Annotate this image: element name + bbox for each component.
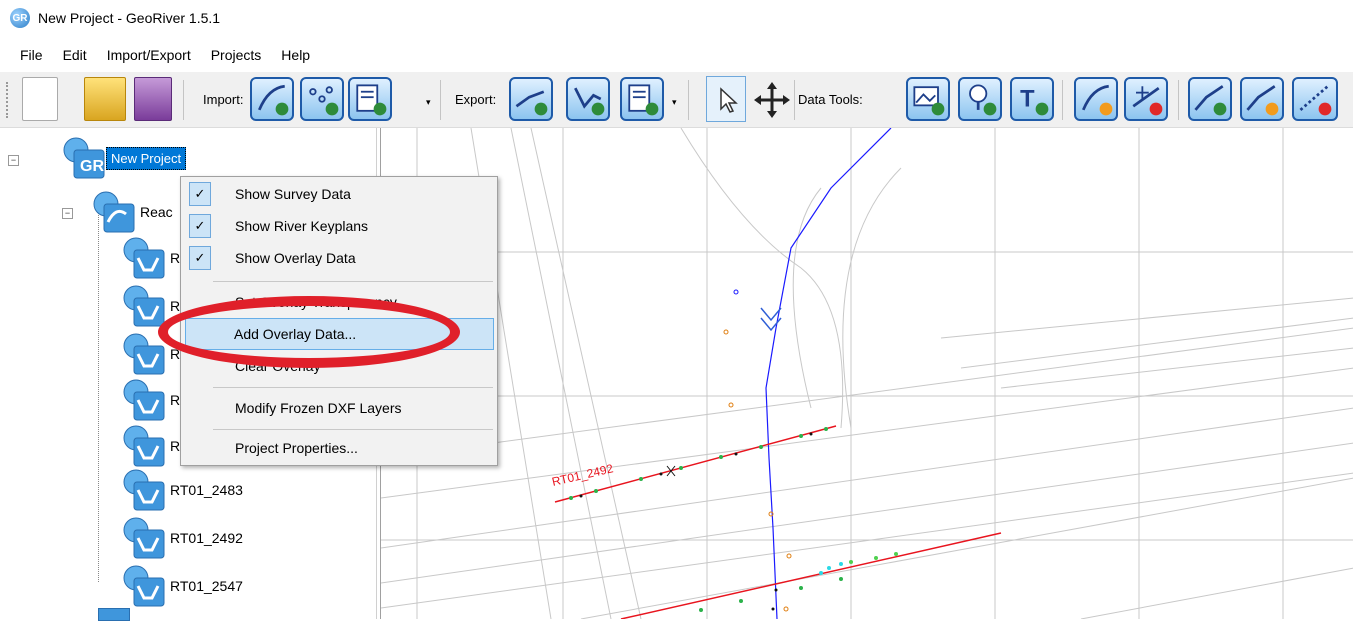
menu-item-show-survey-data[interactable]: ✓ Show Survey Data (183, 179, 493, 209)
tree-section-node[interactable]: RT01_2483 (122, 468, 243, 512)
edit-line-icon[interactable] (1240, 77, 1284, 121)
river-centerline (765, 128, 892, 619)
menu-item-project-properties[interactable]: Project Properties... (183, 433, 493, 463)
menu-import-export[interactable]: Import/Export (97, 47, 201, 63)
pointer-tool-button[interactable] (706, 76, 746, 122)
toolbar-separator (1178, 80, 1179, 120)
menu-item-modify-frozen-dxf-layers[interactable]: Modify Frozen DXF Layers (183, 393, 493, 423)
export-keyplan-icon[interactable] (566, 77, 610, 121)
tree-section-node[interactable]: R (122, 378, 180, 422)
export-document-icon[interactable] (620, 77, 664, 121)
open-folder-icon[interactable] (84, 77, 126, 121)
tree-project-node[interactable]: GR New Project (62, 136, 187, 180)
toolbar-separator (794, 80, 795, 120)
toolbar: Import: ▾ Export: ▾ Data Tools: T (0, 72, 1353, 128)
save-icon[interactable] (134, 77, 172, 121)
tree-guide-line (98, 212, 100, 582)
tree-section-node[interactable]: R (122, 236, 180, 280)
project-icon-text: GR (80, 158, 104, 175)
add-image-icon[interactable] (906, 77, 950, 121)
menu-item-show-river-keyplans[interactable]: ✓ Show River Keyplans (183, 211, 493, 241)
window-title: New Project - GeoRiver 1.5.1 (38, 10, 221, 26)
delete-line-icon[interactable] (1292, 77, 1338, 121)
cross-section-icon (122, 332, 166, 376)
tree-section-node[interactable]: R (122, 424, 180, 468)
menu-projects[interactable]: Projects (201, 47, 272, 63)
toolbar-separator (440, 80, 441, 120)
check-icon: ✓ (189, 246, 211, 270)
tree-reach-node[interactable]: Reac (92, 190, 173, 234)
tree-section-node[interactable]: RT01_2547 (122, 564, 243, 608)
section-label: RT01_2483 (170, 482, 243, 498)
pan-tool-icon[interactable] (752, 80, 792, 120)
section-map-label: RT01_2492 (551, 461, 615, 489)
map-canvas[interactable]: RT01_2492 (381, 128, 1353, 619)
cross-section-icon (122, 378, 166, 422)
toolbar-separator (183, 80, 184, 120)
collapse-project-icon[interactable]: − (8, 155, 19, 166)
section-label: R (170, 250, 181, 266)
menu-item-label: Modify Frozen DXF Layers (235, 400, 402, 416)
menu-bar: File Edit Import/Export Projects Help (0, 40, 1353, 70)
menu-item-label: Project Properties... (235, 440, 358, 456)
tree-section-node[interactable]: RT01_2492 (122, 516, 243, 560)
svg-text:T: T (1020, 86, 1035, 112)
section-label: RT01_2492 (170, 530, 243, 546)
edit-section-icon[interactable] (1074, 77, 1118, 121)
delete-point-icon[interactable] (1124, 77, 1168, 121)
reach-label: Reac (140, 204, 173, 220)
cross-section-icon (122, 424, 166, 468)
check-icon: ✓ (189, 182, 211, 206)
tree-partial-icon (98, 608, 130, 621)
menu-item-label: Show River Keyplans (235, 218, 369, 234)
menu-separator (213, 429, 493, 430)
project-label[interactable]: New Project (106, 146, 187, 170)
annotation-ring (158, 296, 460, 368)
section-label: R (170, 438, 181, 454)
import-dropdown-icon[interactable]: ▾ (426, 97, 431, 108)
export-label: Export: (455, 92, 497, 107)
menu-file[interactable]: File (0, 47, 53, 63)
section-label: R (170, 392, 181, 408)
export-dropdown-icon[interactable]: ▾ (672, 97, 677, 108)
export-section-icon[interactable] (509, 77, 553, 121)
import-document-icon[interactable] (348, 77, 392, 121)
cross-section-line (620, 532, 1002, 619)
cross-section-icon (122, 468, 166, 512)
reach-icon (92, 190, 136, 234)
menu-item-label: Show Survey Data (235, 186, 351, 202)
menu-item-label: Show Overlay Data (235, 250, 356, 266)
collapse-reach-icon[interactable]: − (62, 208, 73, 219)
cross-section-icon (122, 516, 166, 560)
add-tree-icon[interactable] (958, 77, 1002, 121)
toolbar-grip[interactable] (6, 82, 11, 118)
new-file-icon[interactable] (22, 77, 58, 121)
map-view[interactable]: RT01_2492 (380, 128, 1353, 619)
section-label: R (170, 298, 181, 314)
section-label: RT01_2547 (170, 578, 243, 594)
import-label: Import: (203, 92, 244, 107)
data-tools-label: Data Tools: (798, 92, 863, 107)
georiver-icon: GR (10, 8, 30, 28)
cross-section-icon (122, 236, 166, 280)
check-icon: ✓ (189, 214, 211, 238)
menu-separator (213, 281, 493, 282)
cross-section-icon (122, 284, 166, 328)
cross-section-icon (122, 564, 166, 608)
add-line-icon[interactable] (1188, 77, 1232, 121)
toolbar-separator (688, 80, 689, 120)
menu-help[interactable]: Help (271, 47, 320, 63)
toolbar-separator (1062, 80, 1063, 120)
menu-separator (213, 387, 493, 388)
menu-item-show-overlay-data[interactable]: ✓ Show Overlay Data (183, 243, 493, 273)
import-points-icon[interactable] (300, 77, 344, 121)
menu-edit[interactable]: Edit (53, 47, 97, 63)
add-text-icon[interactable]: T (1010, 77, 1054, 121)
project-icon: GR (62, 136, 106, 180)
title-bar: GR New Project - GeoRiver 1.5.1 (0, 0, 1353, 36)
import-section-icon[interactable] (250, 77, 294, 121)
